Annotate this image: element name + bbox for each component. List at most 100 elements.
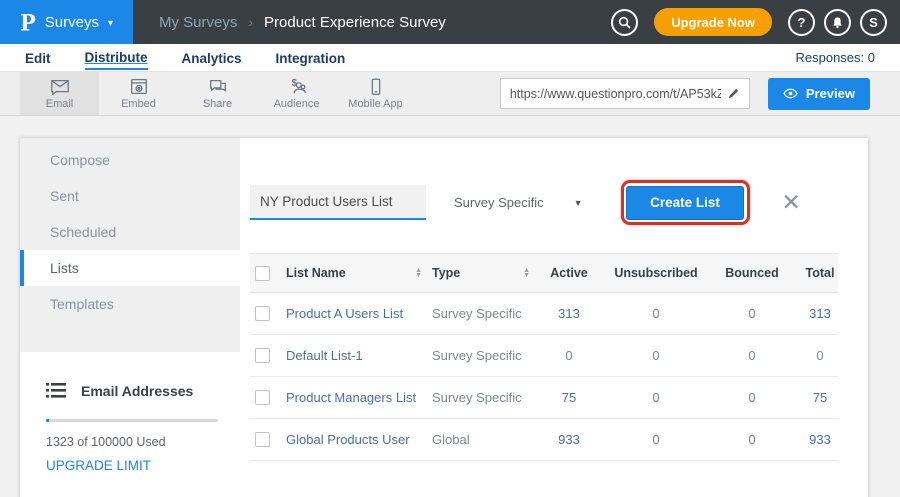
unsubscribed-count: 0 [600,390,712,405]
responses-count[interactable]: Responses: 0 [796,50,876,65]
audience-icon: $ [286,77,308,97]
chevron-down-icon: ▼ [574,198,583,208]
email-addresses-section: Email Addresses 1323 of 100000 Used UPGR… [20,352,240,473]
edit-url-button[interactable] [727,87,740,100]
sidebar-menu: Compose Sent Scheduled Lists Templates [20,138,240,352]
select-all-checkbox[interactable] [255,266,270,281]
create-list-form: Survey Specific ▼ Create List ✕ [250,180,838,225]
sidebar-item-lists[interactable]: Lists [20,250,240,286]
chevron-down-icon: ▾ [108,18,113,29]
email-sidebar: Compose Sent Scheduled Lists Templates E… [20,138,240,497]
active-count[interactable]: 313 [538,306,600,321]
sidebar-item-sent[interactable]: Sent [20,178,240,214]
tool-embed[interactable]: Embed [99,72,178,115]
share-icon [207,77,229,97]
tab-integration[interactable]: Integration [276,47,346,69]
row-checkbox[interactable] [255,306,270,321]
row-checkbox[interactable] [255,432,270,447]
list-lines-icon [46,382,66,399]
upgrade-now-button[interactable]: Upgrade Now [654,8,772,36]
unsubscribed-count: 0 [600,432,712,447]
preview-label: Preview [806,86,855,101]
list-type: Survey Specific [432,348,522,363]
total-count[interactable]: 933 [792,432,848,447]
usage-progress-bar [46,419,218,422]
list-name-link[interactable]: Global Products User [286,432,410,447]
active-count[interactable]: 0 [538,348,600,363]
table-row: Default List-1 Survey Specific 0 0 0 0 [250,335,838,377]
bounced-count: 0 [712,306,792,321]
mobile-app-icon [365,77,387,97]
table-row: Product Managers List Survey Specific 75… [250,377,838,419]
close-icon[interactable]: ✕ [782,191,801,214]
sidebar-item-compose[interactable]: Compose [20,142,240,178]
create-list-button[interactable]: Create List [626,186,744,220]
table-row: Product A Users List Survey Specific 313… [250,293,838,335]
account-avatar[interactable]: S [860,9,887,36]
toolbar-right: Preview [500,72,900,115]
breadcrumb-separator: › [248,14,253,30]
tool-label: Audience [274,98,320,110]
survey-url-box [500,78,750,109]
total-count[interactable]: 313 [792,306,848,321]
list-type: Survey Specific [432,306,522,321]
lists-panel: Compose Sent Scheduled Lists Templates E… [20,138,868,497]
tab-analytics[interactable]: Analytics [182,47,242,69]
sort-icon[interactable]: ▲▼ [523,268,530,278]
list-name-link[interactable]: Product A Users List [286,306,403,321]
questionpro-logo-icon: P [20,9,36,35]
tool-email[interactable]: Email [20,72,99,115]
distribute-toolbar: Email Embed Share $ Audience Mobile A [0,72,900,116]
bounced-count: 0 [712,348,792,363]
active-count[interactable]: 933 [538,432,600,447]
tab-distribute[interactable]: Distribute [85,46,148,70]
tool-audience[interactable]: $ Audience [257,72,336,115]
upgrade-limit-link[interactable]: UPGRADE LIMIT [46,458,218,473]
brand-surveys-menu[interactable]: P Surveys ▾ [0,0,133,44]
tool-label: Share [203,98,232,110]
header-unsubscribed: Unsubscribed [600,266,712,280]
email-addresses-title: Email Addresses [81,383,193,399]
header-list-name: List Name [286,266,346,280]
total-count[interactable]: 75 [792,390,848,405]
unsubscribed-count: 0 [600,348,712,363]
tool-label: Embed [121,98,156,110]
row-checkbox[interactable] [255,348,270,363]
search-button[interactable] [611,9,638,36]
email-icon [49,77,71,97]
unsubscribed-count: 0 [600,306,712,321]
header-total: Total [792,266,848,280]
total-count[interactable]: 0 [792,348,848,363]
header-bounced: Bounced [712,266,792,280]
breadcrumb-my-surveys[interactable]: My Surveys [159,14,237,31]
active-count[interactable]: 75 [538,390,600,405]
tool-mobile-app[interactable]: Mobile App [336,72,415,115]
survey-nav: Edit Distribute Analytics Integration Re… [0,44,900,72]
row-checkbox[interactable] [255,390,270,405]
avatar-initial: S [869,15,878,30]
sidebar-item-templates[interactable]: Templates [20,286,240,322]
list-name-input[interactable] [250,185,426,220]
help-icon: ? [798,15,806,30]
notifications-button[interactable] [824,9,851,36]
header-active: Active [538,266,600,280]
help-button[interactable]: ? [788,9,815,36]
sort-icon[interactable]: ▲▼ [415,268,422,278]
usage-progress-fill [46,419,49,422]
top-header: P Surveys ▾ My Surveys › Product Experie… [0,0,900,44]
list-name-link[interactable]: Default List-1 [286,348,363,363]
sidebar-item-scheduled[interactable]: Scheduled [20,214,240,250]
tab-edit[interactable]: Edit [25,47,51,69]
list-type-select[interactable]: Survey Specific ▼ [450,189,587,216]
list-type: Survey Specific [432,390,522,405]
header-actions: Upgrade Now ? S [611,8,900,36]
preview-button[interactable]: Preview [768,78,870,110]
breadcrumb: My Surveys › Product Experience Survey [159,14,446,31]
tool-share[interactable]: Share [178,72,257,115]
table-row: Global Products User Global 933 0 0 933 [250,419,838,461]
list-name-link[interactable]: Product Managers List [286,390,416,405]
header-type: Type [432,266,460,280]
bell-icon [831,16,844,29]
list-type-value: Survey Specific [454,195,544,210]
survey-url-input[interactable] [510,87,721,101]
